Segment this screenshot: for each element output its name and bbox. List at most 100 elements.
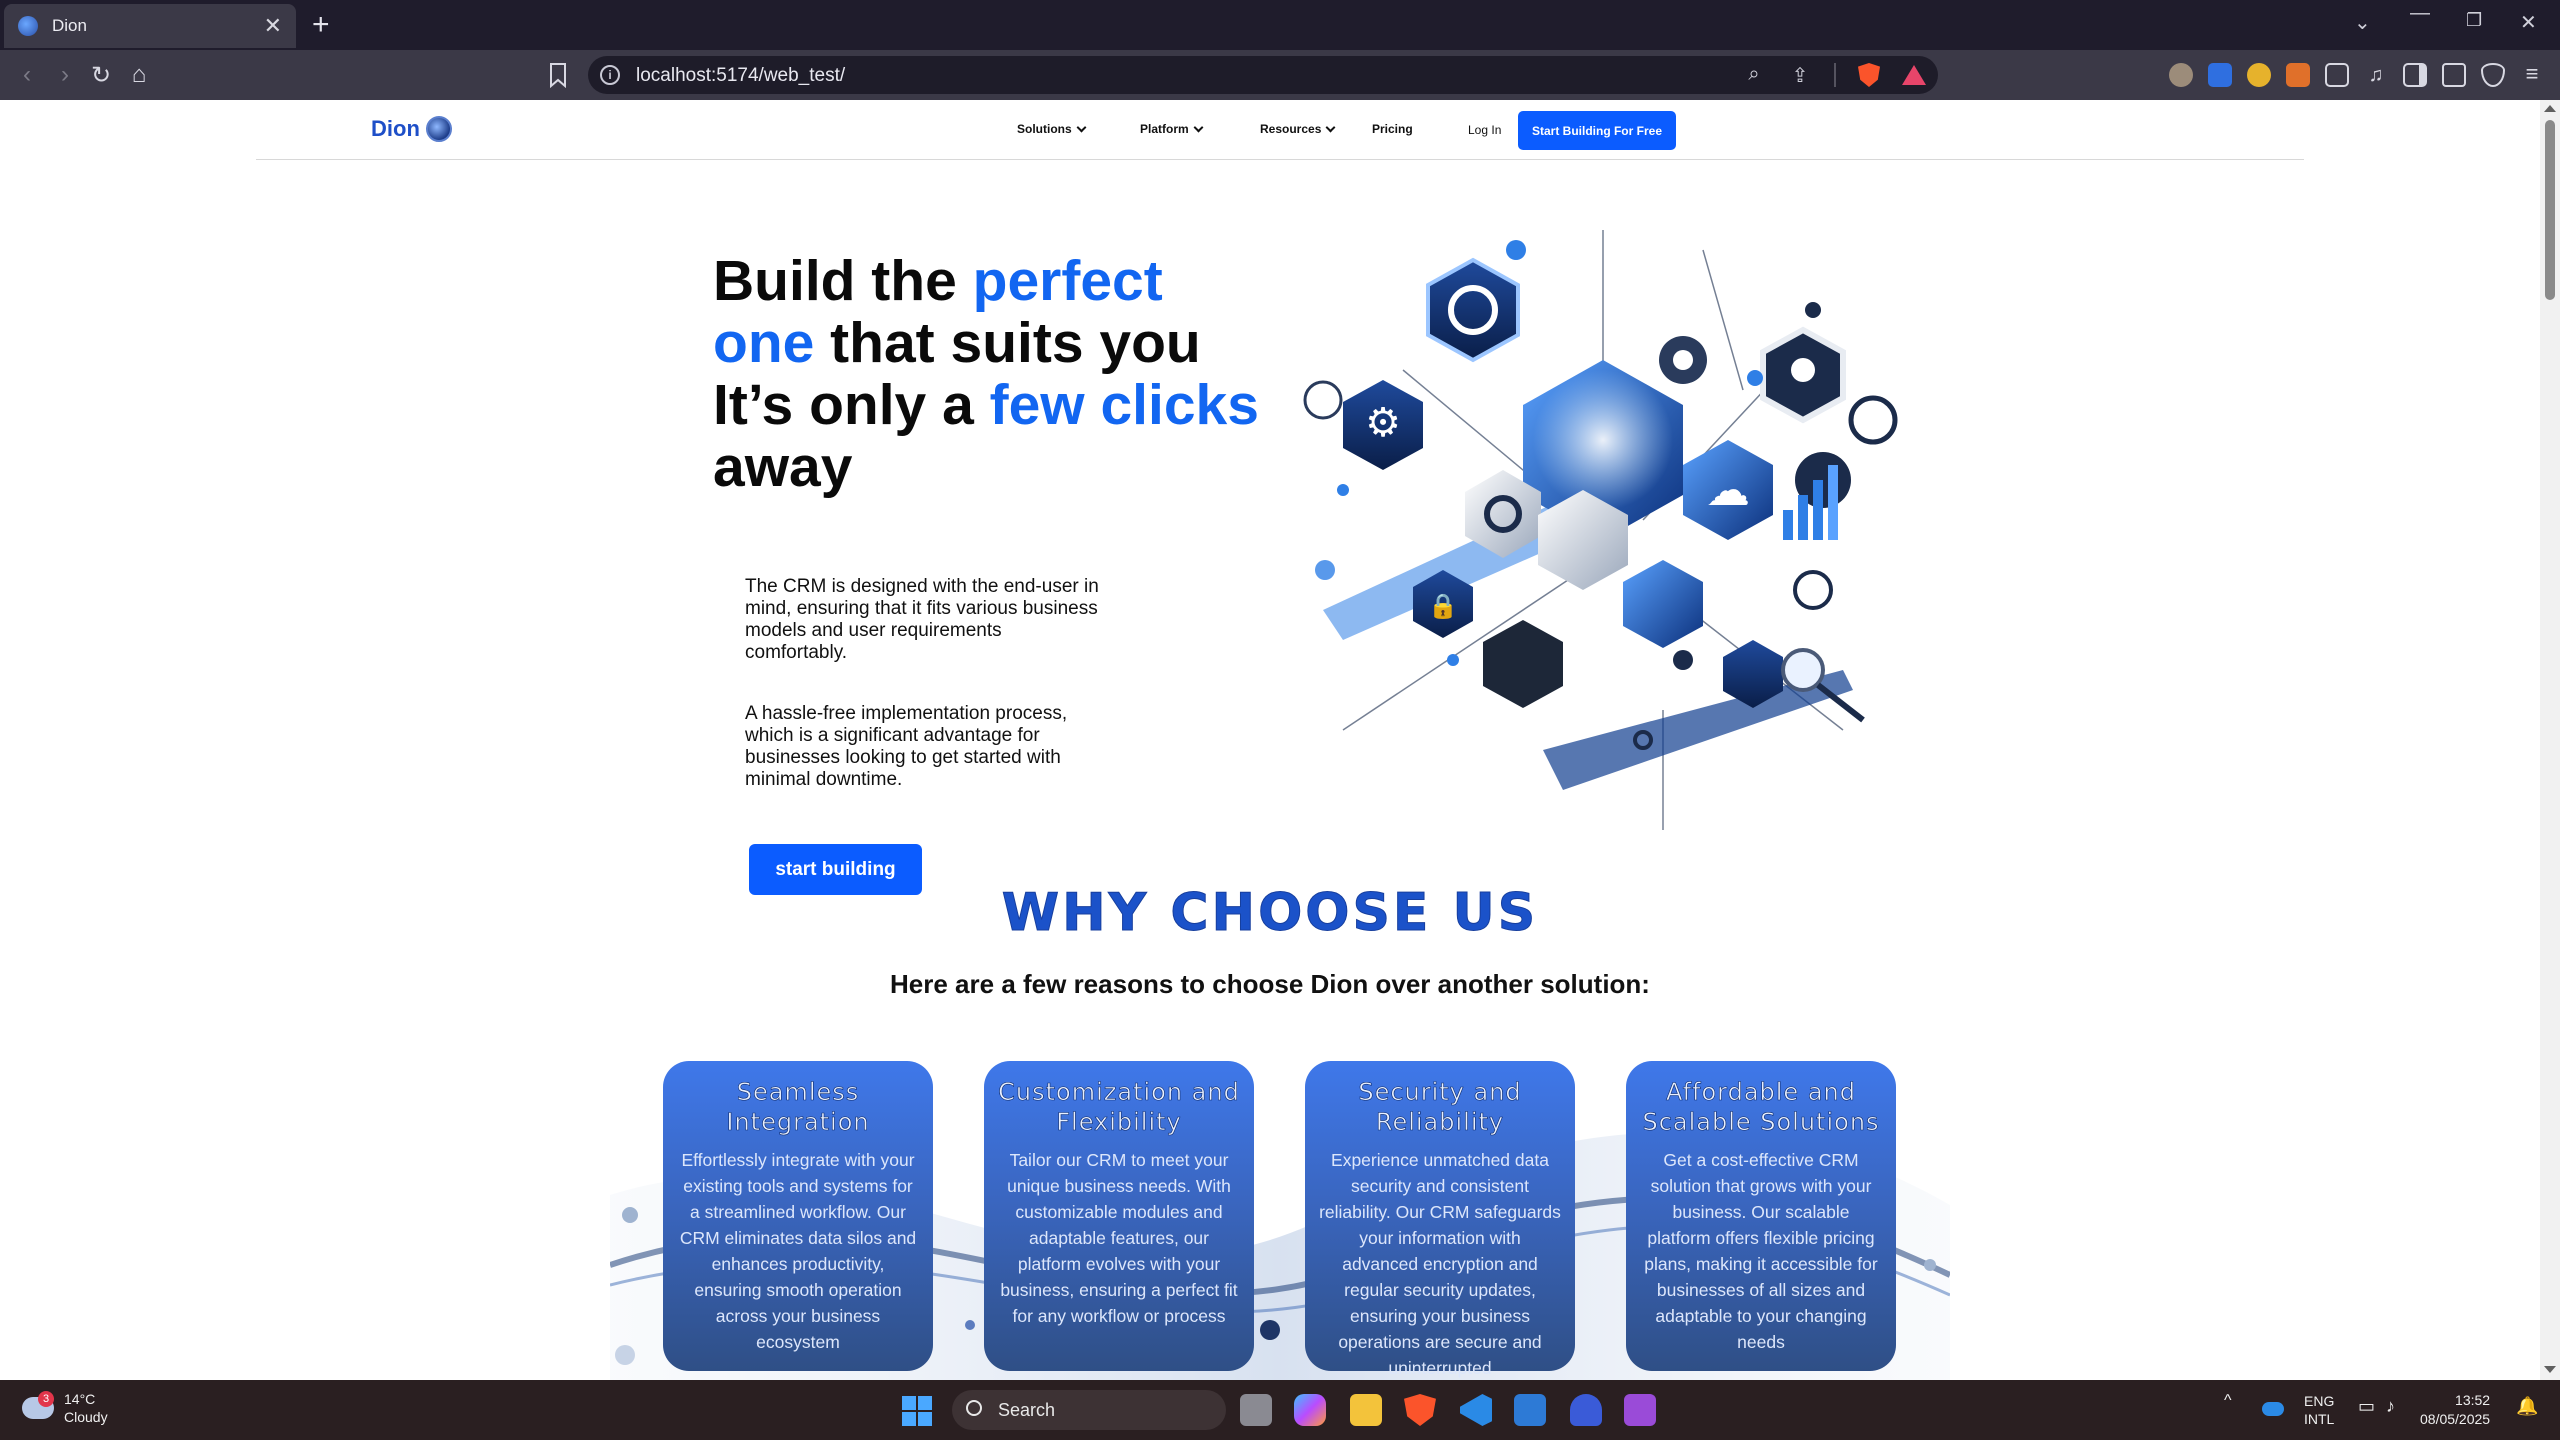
- browser-titlebar: Dion ✕ + ⌄ — ❐ ✕: [0, 0, 2560, 50]
- scroll-thumb[interactable]: [2545, 120, 2555, 300]
- hero-title-part-3: away: [713, 435, 853, 499]
- nav-pricing-label: Pricing: [1372, 122, 1413, 136]
- hero-title-part-1: Build the: [713, 249, 973, 313]
- tab-list-chevron-icon[interactable]: ⌄: [2354, 10, 2371, 35]
- web-page: Dion Solutions Platform Resources Pricin…: [0, 100, 2540, 1380]
- feature-card: Affordable and Scalable Solutions Get a …: [1626, 1061, 1896, 1371]
- arc-app-icon[interactable]: [1570, 1394, 1602, 1426]
- browser-toolbar: ‹ › ↻ ⌂ i localhost:5174/web_test/ ⌕ ⇪ ♫…: [0, 50, 2560, 100]
- window-close-icon[interactable]: ✕: [2520, 10, 2537, 35]
- bookmark-icon[interactable]: [546, 62, 570, 88]
- taskbar-search-label: Search: [998, 1399, 1056, 1420]
- address-bar[interactable]: i localhost:5174/web_test/ ⌕ ⇪: [588, 56, 1938, 94]
- search-icon: [966, 1400, 982, 1416]
- feature-card-body: Get a cost-effective CRM solution that g…: [1644, 1150, 1878, 1352]
- site-logo[interactable]: Dion: [371, 116, 452, 142]
- wallet-icon[interactable]: [2442, 63, 2466, 87]
- copilot-icon[interactable]: [1294, 1394, 1326, 1426]
- weather-widget[interactable]: 3 14°C Cloudy: [22, 1390, 108, 1426]
- taskbar-clock[interactable]: 13:52 08/05/2025: [2420, 1391, 2490, 1429]
- scroll-down-icon[interactable]: [2544, 1366, 2556, 1373]
- cloud-icon: 3: [22, 1391, 54, 1419]
- url-text[interactable]: localhost:5174/web_test/: [636, 65, 845, 87]
- brave-shield-icon[interactable]: [1858, 63, 1880, 87]
- logo-text: Dion: [371, 116, 420, 141]
- menu-icon[interactable]: ≡: [2520, 63, 2544, 87]
- clock-date: 08/05/2025: [2420, 1411, 2491, 1427]
- onedrive-icon[interactable]: [2262, 1402, 2284, 1416]
- new-tab-button[interactable]: +: [312, 8, 330, 42]
- windows-start-icon[interactable]: [902, 1396, 932, 1426]
- start-building-free-button[interactable]: Start Building For Free: [1518, 111, 1676, 150]
- task-view-icon[interactable]: [1240, 1394, 1272, 1426]
- extension-1-icon[interactable]: [2169, 63, 2193, 87]
- file-explorer-icon[interactable]: [1350, 1394, 1382, 1426]
- nav-resources-label: Resources: [1260, 122, 1322, 136]
- brave-browser-icon[interactable]: [1404, 1394, 1436, 1426]
- lang-line-2: INTL: [2304, 1411, 2335, 1427]
- brave-rewards-icon[interactable]: [1902, 65, 1926, 85]
- chevron-down-icon: [1193, 122, 1204, 132]
- nav-solutions-label: Solutions: [1017, 122, 1072, 136]
- scroll-up-icon[interactable]: [2544, 105, 2556, 112]
- why-choose-us-subheading: Here are a few reasons to choose Dion ov…: [890, 969, 1650, 999]
- vscode-icon[interactable]: [1460, 1394, 1492, 1426]
- show-hidden-icons[interactable]: ^: [2224, 1392, 2232, 1410]
- feature-card: Customization and Flexibility Tailor our…: [984, 1061, 1254, 1371]
- notifications-icon[interactable]: 🔔: [2516, 1396, 2538, 1417]
- feature-card-title: Security and Reliability: [1358, 1078, 1522, 1137]
- remote-desktop-icon[interactable]: [1514, 1394, 1546, 1426]
- login-link[interactable]: Log In: [1468, 123, 1501, 137]
- why-choose-us-heading: WHY CHOOSE US: [1001, 883, 1539, 944]
- home-icon[interactable]: ⌂: [124, 60, 154, 90]
- url-divider: [1834, 63, 1836, 87]
- feature-card-body: Experience unmatched data security and c…: [1319, 1150, 1561, 1378]
- os-taskbar: 3 14°C Cloudy Search ^ ENG INTL ▭ ♪ 13:5…: [0, 1380, 2560, 1440]
- feature-card-title: Customization and Flexibility: [998, 1078, 1240, 1137]
- nav-solutions[interactable]: Solutions: [1017, 122, 1087, 136]
- extension-4-icon[interactable]: [2286, 63, 2310, 87]
- svg-text:🔒: 🔒: [1428, 592, 1458, 620]
- weather-desc: Cloudy: [64, 1409, 108, 1425]
- nav-resources[interactable]: Resources: [1260, 122, 1336, 136]
- logo-globe-icon: [425, 116, 452, 142]
- nav-platform-label: Platform: [1140, 122, 1189, 136]
- share-icon[interactable]: ⇪: [1788, 63, 1812, 87]
- feature-card-body: Tailor our CRM to meet your unique busin…: [1000, 1150, 1238, 1326]
- language-indicator[interactable]: ENG INTL: [2304, 1392, 2334, 1428]
- zoom-icon[interactable]: ⌕: [1742, 63, 1766, 87]
- feature-card: Security and Reliability Experience unma…: [1305, 1061, 1575, 1378]
- network-icon[interactable]: ▭: [2358, 1396, 2375, 1417]
- volume-icon[interactable]: ♪: [2386, 1396, 2395, 1417]
- chevron-down-icon: [1076, 122, 1087, 132]
- clock-time: 13:52: [2455, 1392, 2491, 1408]
- nav-platform[interactable]: Platform: [1140, 122, 1204, 136]
- hero-illustration: ⚙ ☁ 🔒: [1303, 230, 1898, 830]
- minimize-icon[interactable]: —: [2410, 2, 2430, 25]
- back-icon[interactable]: ‹: [12, 60, 42, 90]
- hero-highlight-2: few clicks: [989, 373, 1259, 437]
- tab-favicon-icon: [18, 16, 38, 36]
- taskbar-search[interactable]: Search: [952, 1390, 1226, 1430]
- browser-tab[interactable]: Dion ✕: [4, 4, 296, 48]
- tab-close-icon[interactable]: ✕: [264, 15, 282, 37]
- site-info-icon[interactable]: i: [600, 65, 620, 85]
- reload-icon[interactable]: ↻: [86, 60, 116, 90]
- page-scrollbar[interactable]: [2540, 100, 2560, 1380]
- vpn-shield-icon[interactable]: [2481, 63, 2505, 87]
- weather-badge: 3: [38, 1391, 54, 1407]
- hero-paragraph-2: A hassle-free implementation process, wh…: [745, 703, 1068, 790]
- extension-3-icon[interactable]: [2247, 63, 2271, 87]
- nav-pricing[interactable]: Pricing: [1372, 122, 1413, 136]
- clipchamp-icon[interactable]: [1624, 1394, 1656, 1426]
- media-icon[interactable]: ♫: [2364, 63, 2388, 87]
- extensions-puzzle-icon[interactable]: [2325, 63, 2349, 87]
- forward-icon[interactable]: ›: [50, 60, 80, 90]
- restore-icon[interactable]: ❐: [2466, 10, 2482, 31]
- tab-title: Dion: [52, 16, 87, 35]
- chevron-down-icon: [1325, 122, 1336, 132]
- feature-card: Seamless Integration Effortlessly integr…: [663, 1061, 933, 1371]
- sidebar-icon[interactable]: [2403, 63, 2427, 87]
- extension-2-icon[interactable]: [2208, 63, 2232, 87]
- svg-text:⚙: ⚙: [1365, 400, 1401, 446]
